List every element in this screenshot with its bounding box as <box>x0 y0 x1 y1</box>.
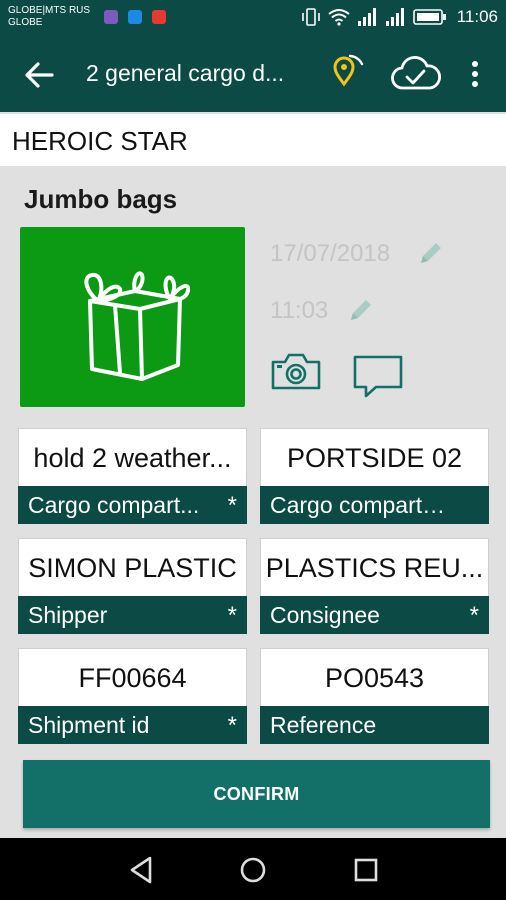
cargo-compartment-2-label: Cargo compartm... <box>270 492 459 518</box>
cargo-compartment-2-field[interactable]: PORTSIDE 02 Cargo compartm... <box>260 428 489 524</box>
vessel-name: HEROIC STAR <box>12 126 188 156</box>
nav-home-icon[interactable] <box>237 854 269 886</box>
battery-icon <box>412 9 446 25</box>
cargo-compartment-field[interactable]: hold 2 weather... Cargo compart... * <box>18 428 247 524</box>
jumbo-bag-icon <box>84 271 190 381</box>
vibrate-icon <box>301 8 320 26</box>
camera-icon[interactable] <box>270 350 322 392</box>
viber-notification-icon <box>104 10 118 24</box>
reference-value: PO0543 <box>324 663 425 693</box>
edit-time-pencil-icon[interactable] <box>346 295 376 325</box>
edit-date-pencil-icon[interactable] <box>416 238 446 268</box>
shipment-id-value: FF00664 <box>78 663 187 693</box>
cargo-type-title: Jumbo bags <box>24 184 178 214</box>
cargo-compartment-2-value: PORTSIDE 02 <box>286 443 463 473</box>
back-arrow-icon[interactable] <box>22 58 56 92</box>
more-vert-icon[interactable] <box>462 56 488 92</box>
shipper-label: Shipper <box>28 602 108 628</box>
cloud-check-icon[interactable] <box>390 54 442 94</box>
reference-label: Reference <box>270 712 377 738</box>
reference-field[interactable]: PO0543 Reference <box>260 648 489 744</box>
carrier-name: GLOBE|MTS RUS GLOBE <box>8 5 91 28</box>
shipper-value: SIMON PLASTIC <box>28 553 237 583</box>
confirm-button[interactable]: CONFIRM <box>23 760 490 828</box>
required-marker: * <box>227 712 237 739</box>
nav-recents-icon[interactable] <box>350 854 382 886</box>
required-marker: * <box>227 602 237 629</box>
vessel-header: HEROIC STAR <box>0 114 506 166</box>
shipment-id-label: Shipment id <box>28 712 150 738</box>
screen-title: 2 general cargo d... <box>86 60 285 86</box>
required-marker: * <box>227 492 237 519</box>
cargo-time: 11:03 <box>270 297 329 324</box>
shipper-field[interactable]: SIMON PLASTIC Shipper * <box>18 538 247 634</box>
consignee-field[interactable]: PLASTICS REU... Consignee * <box>260 538 489 634</box>
app-bar: 2 general cargo d... <box>0 34 506 112</box>
cargo-compartment-label: Cargo compart... <box>28 492 200 518</box>
wifi-icon <box>328 9 350 26</box>
cargo-date: 17/07/2018 <box>270 240 391 267</box>
signal-icon <box>357 8 376 26</box>
status-bar: GLOBE|MTS RUS GLOBE 11:06 <box>0 0 506 34</box>
messenger-notification-icon <box>128 10 142 24</box>
location-pin-icon[interactable] <box>328 50 368 90</box>
consignee-label: Consignee <box>270 602 380 628</box>
cargo-type-tile[interactable] <box>20 227 245 407</box>
comment-icon[interactable] <box>352 354 404 400</box>
clock: 11:06 <box>456 7 498 26</box>
nav-back-icon[interactable] <box>126 854 158 886</box>
required-marker: * <box>469 602 479 629</box>
consignee-value: PLASTICS REU... <box>265 553 484 583</box>
youtube-notification-icon <box>152 10 166 24</box>
shipment-id-field[interactable]: FF00664 Shipment id * <box>18 648 247 744</box>
signal-icon <box>385 8 404 26</box>
cargo-compartment-value: hold 2 weather... <box>33 443 232 473</box>
system-nav-bar <box>0 838 506 900</box>
